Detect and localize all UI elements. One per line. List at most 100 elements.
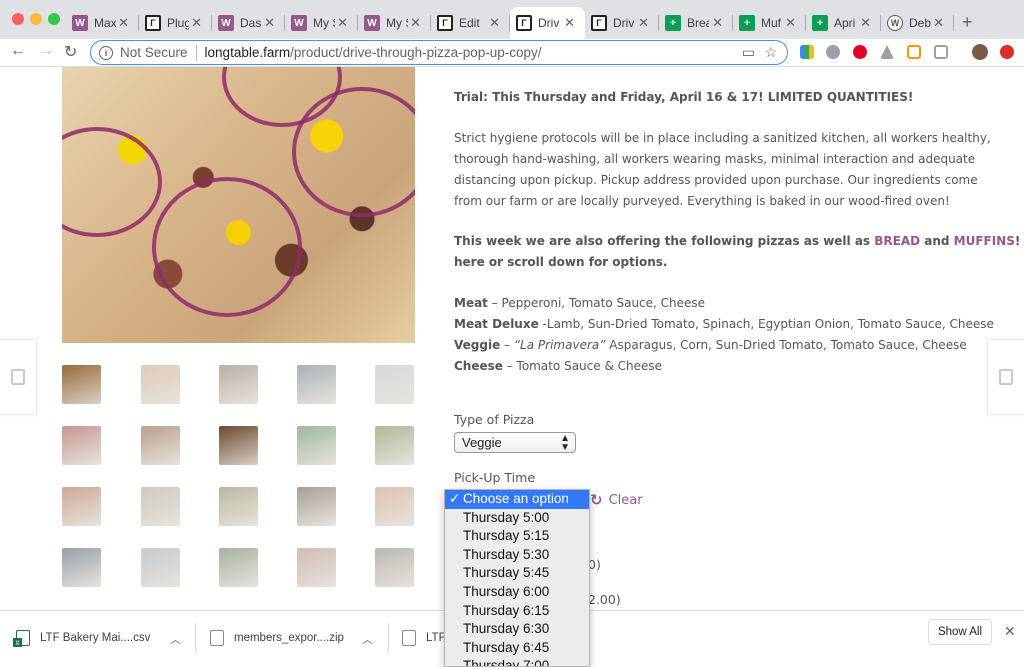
download-item[interactable]: members_expor....zip — [210, 623, 344, 653]
close-tab-icon[interactable]: ✕ — [785, 15, 796, 31]
reload-button[interactable]: ↻ — [64, 42, 77, 62]
pocket-extension-icon[interactable] — [934, 45, 948, 59]
bookmark-star-icon[interactable]: ☆ — [764, 44, 777, 61]
close-tab-icon[interactable]: ✕ — [118, 15, 129, 31]
close-tab-icon[interactable]: ✕ — [933, 15, 944, 31]
tab[interactable]: + Apri ✕ — [806, 7, 881, 39]
download-item[interactable]: LTF — [402, 623, 446, 653]
gallery-prev-button[interactable] — [0, 339, 37, 415]
hygiene-line: Strict hygiene protocols will be in plac… — [454, 131, 991, 145]
intro-text: Trial: This Thursday and Friday, April 1… — [454, 90, 914, 104]
tab[interactable]: W My S✕ — [358, 7, 431, 39]
gallery-thumbnail[interactable] — [62, 487, 101, 526]
option-label: Thursday 5:00 — [463, 509, 550, 525]
close-tab-icon[interactable]: ✕ — [264, 15, 275, 31]
layout-extension-icon[interactable] — [907, 45, 921, 59]
tab-title: Dash — [240, 16, 262, 30]
bread-link[interactable]: BREAD — [874, 234, 920, 248]
new-tab-button[interactable]: + — [962, 12, 973, 33]
close-tab-icon[interactable]: ✕ — [564, 15, 575, 31]
close-tab-icon[interactable]: ✕ — [337, 15, 348, 31]
tab[interactable]: + Muf ✕ — [733, 7, 806, 39]
maximize-window-button[interactable] — [48, 13, 60, 25]
close-tab-icon[interactable]: ✕ — [712, 15, 723, 31]
tab-title: Deb — [909, 16, 931, 30]
forward-button[interactable]: → — [38, 42, 54, 60]
settings-extension-icon[interactable] — [826, 45, 840, 59]
dropdown-option[interactable]: Thursday 6:45 — [445, 639, 589, 658]
dropdown-option[interactable]: Thursday 6:15 — [445, 602, 589, 621]
download-item[interactable]: LTF Bakery Mai....csv — [13, 623, 150, 653]
product-main-image[interactable] — [62, 67, 415, 343]
analytics-extension-icon[interactable] — [800, 45, 814, 59]
dropdown-option[interactable]: Thursday 5:00 — [445, 509, 589, 528]
profile-avatar[interactable] — [972, 44, 988, 60]
minimize-window-button[interactable] — [30, 13, 42, 25]
muffins-link[interactable]: MUFFINS — [954, 234, 1015, 248]
back-button[interactable]: ← — [10, 42, 26, 60]
gallery-thumbnail[interactable] — [141, 548, 180, 587]
tab[interactable]: Γ Edit ✕ — [431, 7, 510, 39]
gallery-thumbnail[interactable] — [219, 548, 258, 587]
tab-title: Plug — [167, 16, 189, 30]
tab[interactable]: Γ Driv ✕ — [585, 7, 659, 39]
close-tab-icon[interactable]: ✕ — [489, 15, 500, 31]
tab-title: Muf — [761, 16, 782, 30]
gallery-thumbnail[interactable] — [141, 487, 180, 526]
tab[interactable]: W My S✕ — [285, 7, 358, 39]
tab[interactable]: W Max ✕ — [66, 7, 139, 39]
gallery-thumbnail[interactable] — [375, 426, 414, 465]
chevron-up-icon[interactable]: ︿ — [170, 631, 181, 647]
install-app-icon[interactable]: ▭ — [742, 44, 755, 61]
gallery-thumbnail[interactable] — [141, 426, 180, 465]
dropdown-option[interactable]: Thursday 5:15 — [445, 527, 589, 546]
show-all-button[interactable]: Show All — [928, 619, 992, 645]
woo-favicon-icon: W — [291, 15, 307, 31]
gallery-thumbnail[interactable] — [297, 487, 336, 526]
gallery-thumbnail[interactable] — [297, 548, 336, 587]
close-window-button[interactable] — [12, 13, 24, 25]
dropdown-option[interactable]: ✓ Choose an option — [445, 490, 589, 509]
tab[interactable]: W Deb ✕ — [881, 7, 954, 39]
gallery-thumbnail[interactable] — [62, 548, 101, 587]
pinterest-extension-icon[interactable] — [853, 45, 867, 59]
close-tab-icon[interactable]: ✕ — [638, 15, 649, 31]
tab[interactable]: + Brea✕ — [659, 7, 733, 39]
gallery-next-button[interactable] — [987, 339, 1024, 415]
gallery-thumbnail[interactable] — [219, 487, 258, 526]
tab[interactable]: Γ Driv ✕ — [510, 7, 585, 39]
dropdown-option[interactable]: Thursday 5:45 — [445, 564, 589, 583]
alert-extension-icon[interactable] — [1000, 45, 1014, 59]
gallery-thumbnail[interactable] — [219, 426, 258, 465]
option-label: Thursday 6:45 — [463, 639, 550, 655]
info-icon[interactable]: i — [99, 45, 113, 60]
gallery-thumbnail[interactable] — [375, 548, 414, 587]
dropdown-option[interactable]: Thursday 6:30 — [445, 620, 589, 639]
dropdown-option[interactable]: Thursday 7:00 — [445, 657, 589, 666]
gallery-thumbnail[interactable] — [141, 365, 180, 404]
close-icon[interactable]: ✕ — [1004, 623, 1016, 640]
gallery-thumbnail[interactable] — [62, 426, 101, 465]
tab[interactable]: Γ Plug ✕ — [139, 7, 212, 39]
dropdown-option[interactable]: Thursday 5:30 — [445, 546, 589, 565]
url-path: /product/drive-through-pizza-pop-up-copy… — [290, 45, 542, 60]
download-filename: LTF — [426, 632, 446, 644]
dropdown-option[interactable]: Thursday 6:00 — [445, 583, 589, 602]
gallery-thumbnail[interactable] — [62, 365, 101, 404]
gallery-thumbnail[interactable] — [375, 487, 414, 526]
gallery-thumbnail[interactable] — [219, 365, 258, 404]
pickup-time-dropdown[interactable]: ✓ Choose an option Thursday 5:00 Thursday 5… — [444, 489, 590, 667]
address-bar[interactable]: i Not Secure longtable.farm/product/driv… — [90, 40, 788, 65]
chevron-up-icon[interactable]: ︿ — [362, 631, 373, 647]
gallery-thumbnail[interactable] — [297, 365, 336, 404]
drive-extension-icon[interactable] — [880, 45, 894, 59]
clear-button[interactable]: ↻ Clear — [590, 491, 643, 509]
close-tab-icon[interactable]: ✕ — [860, 15, 871, 31]
close-tab-icon[interactable]: ✕ — [410, 15, 421, 31]
pizza-type-select[interactable]: Veggie ▲ ▼ — [454, 432, 576, 453]
tab[interactable]: W Dash✕ — [212, 7, 285, 39]
offer-line-2[interactable]: here or scroll down for options. — [454, 252, 667, 273]
close-tab-icon[interactable]: ✕ — [191, 15, 202, 31]
gallery-thumbnail[interactable] — [375, 365, 414, 404]
gallery-thumbnail[interactable] — [297, 426, 336, 465]
